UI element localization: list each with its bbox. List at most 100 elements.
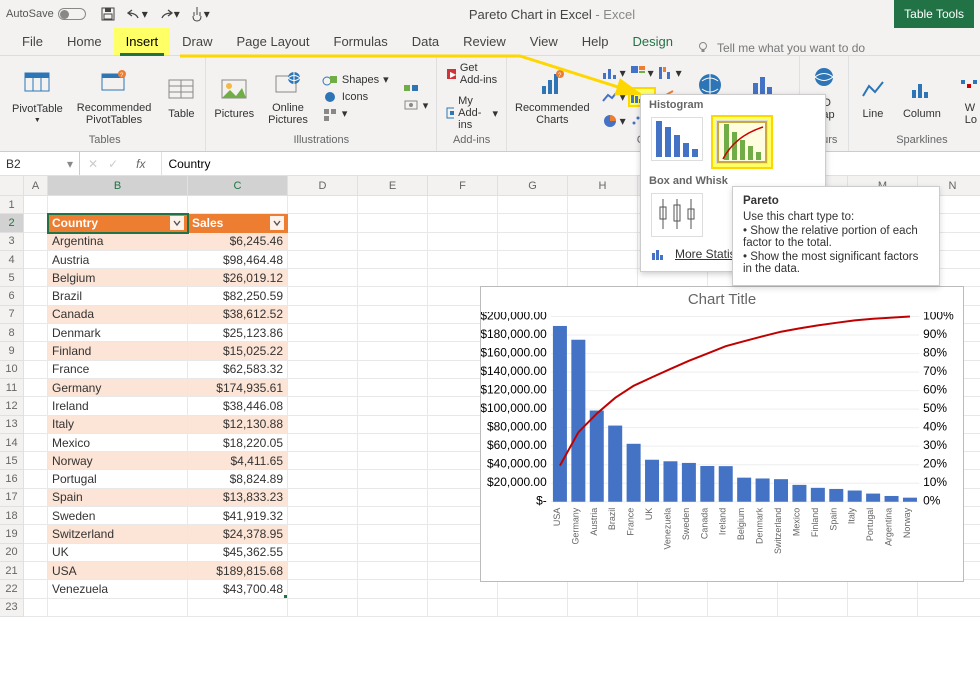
cell[interactable] [24,342,48,360]
get-addins-button[interactable]: ▶Get Add-ins [443,61,500,87]
cell[interactable] [428,580,498,598]
row-header[interactable]: 6 [0,287,24,305]
tab-data[interactable]: Data [400,28,451,55]
cell[interactable] [288,379,358,397]
row-header[interactable]: 13 [0,416,24,434]
screenshot-button[interactable]: ▾ [401,97,431,113]
cell[interactable] [24,525,48,543]
cell[interactable] [288,470,358,488]
recommended-pivot-button[interactable]: ?Recommended PivotTables [75,66,154,128]
row-header[interactable]: 12 [0,397,24,415]
cell[interactable] [24,251,48,269]
autosave[interactable]: AutoSave [6,8,86,20]
row-header[interactable]: 22 [0,580,24,598]
pie-chart-icon[interactable]: ▾ [602,113,626,129]
formula-bar-input[interactable] [162,152,980,175]
cell[interactable] [638,599,708,617]
cell[interactable]: Argentina [48,233,188,251]
cell[interactable]: Brazil [48,287,188,305]
cell[interactable]: UK [48,544,188,562]
cell[interactable]: $43,700.48 [188,580,288,598]
cell[interactable] [918,599,980,617]
column-header[interactable]: A [24,176,48,196]
cell[interactable]: Belgium [48,269,188,287]
tellme-search[interactable]: Tell me what you want to do [697,41,865,55]
cell[interactable]: $4,411.65 [188,452,288,470]
cell[interactable] [358,489,428,507]
row-header[interactable]: 11 [0,379,24,397]
cell[interactable] [708,599,778,617]
cell[interactable] [288,287,358,305]
shapes-button[interactable]: Shapes▾ [320,72,391,88]
cell[interactable] [288,342,358,360]
row-header[interactable]: 18 [0,507,24,525]
cell[interactable]: $25,123.86 [188,324,288,342]
cell[interactable]: $24,378.95 [188,525,288,543]
cell[interactable] [48,196,188,214]
cell[interactable] [358,544,428,562]
undo-icon[interactable]: ▾ [126,7,148,21]
cell[interactable] [428,233,498,251]
cell[interactable] [288,544,358,562]
cell[interactable] [358,342,428,360]
cell[interactable] [288,324,358,342]
row-header[interactable]: 1 [0,196,24,214]
cell[interactable] [568,580,638,598]
pareto-chart[interactable]: Chart Title $200,000.00$180,000.00$160,0… [480,286,964,582]
cell[interactable] [568,214,638,232]
cell[interactable] [428,196,498,214]
cell[interactable] [918,580,980,598]
cell[interactable] [708,580,778,598]
row-header[interactable]: 23 [0,599,24,617]
cell[interactable] [24,233,48,251]
cell[interactable] [358,562,428,580]
cell[interactable]: Canada [48,306,188,324]
cell[interactable]: USA [48,562,188,580]
cell[interactable]: Denmark [48,324,188,342]
tab-view[interactable]: View [518,28,570,55]
online-pictures-button[interactable]: Online Pictures [266,66,310,128]
cell[interactable] [24,324,48,342]
histogram-chart-option[interactable] [651,117,703,161]
tab-review[interactable]: Review [451,28,518,55]
cell[interactable] [568,251,638,269]
cell[interactable] [24,562,48,580]
cell[interactable]: Austria [48,251,188,269]
cell[interactable] [568,599,638,617]
cell[interactable] [48,599,188,617]
more-illust-button[interactable]: ▾ [320,106,391,122]
cell[interactable]: $62,583.32 [188,361,288,379]
redo-icon[interactable]: ▾ [158,7,180,21]
sparkline-line-button[interactable]: Line [855,72,891,122]
cell[interactable] [188,599,288,617]
pictures-button[interactable]: Pictures [212,72,256,122]
pivottable-button[interactable]: PivotTable▼ [10,67,65,126]
column-header[interactable]: E [358,176,428,196]
cell[interactable] [498,599,568,617]
cell[interactable] [568,196,638,214]
row-header[interactable]: 14 [0,434,24,452]
cell[interactable] [358,361,428,379]
my-addins-button[interactable]: My Add-ins ▾ [443,94,500,132]
cell[interactable] [358,434,428,452]
cell[interactable] [24,397,48,415]
row-header[interactable]: 17 [0,489,24,507]
row-header[interactable]: 16 [0,470,24,488]
row-header[interactable]: 9 [0,342,24,360]
line-chart-icon[interactable]: ▾ [602,89,626,105]
cell[interactable] [358,269,428,287]
cell[interactable] [24,489,48,507]
cell[interactable] [288,416,358,434]
cell[interactable] [288,580,358,598]
cell[interactable] [428,214,498,232]
cell[interactable] [358,452,428,470]
cell[interactable] [358,287,428,305]
cell[interactable] [24,544,48,562]
cell[interactable] [428,599,498,617]
table-tools-tab[interactable]: Table Tools [894,0,974,28]
chart-plot-area[interactable]: $200,000.00$180,000.00$160,000.00$140,00… [481,312,963,572]
cell[interactable] [358,233,428,251]
cell[interactable] [24,416,48,434]
cell[interactable]: Sweden [48,507,188,525]
cell[interactable] [358,470,428,488]
